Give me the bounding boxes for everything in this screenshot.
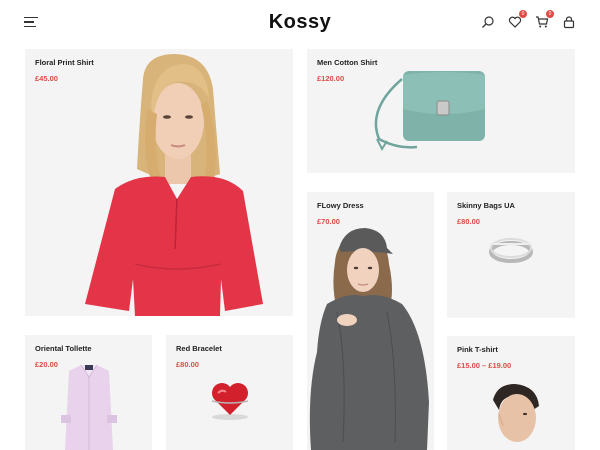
product-card[interactable]: FLowy Dress £70.00 — [307, 192, 434, 450]
product-name[interactable]: Skinny Bags UA — [457, 201, 515, 210]
model-grey-sweater-image — [309, 228, 429, 450]
product-info: Men Cotton Shirt £120.00 — [317, 58, 377, 83]
product-card[interactable]: Pink T-shirt £15.00 – £19.00 — [447, 336, 575, 450]
search-icon[interactable] — [481, 15, 495, 29]
cart-icon[interactable]: 0 — [535, 10, 554, 29]
account-lock-icon[interactable] — [562, 15, 576, 29]
product-card[interactable]: Men Cotton Shirt £120.00 — [307, 49, 575, 173]
product-info: Skinny Bags UA £80.00 — [457, 201, 515, 226]
product-name[interactable]: Pink T-shirt — [457, 345, 511, 354]
wishlist-count-badge: 0 — [519, 10, 527, 18]
product-info: Pink T-shirt £15.00 – £19.00 — [457, 345, 511, 370]
product-name[interactable]: FLowy Dress — [317, 201, 364, 210]
product-name[interactable]: Oriental Tollette — [35, 344, 92, 353]
product-card[interactable]: Floral Print Shirt £45.00 — [25, 49, 293, 316]
wishlist-heart-icon[interactable]: 0 — [508, 10, 527, 29]
product-price: £80.00 — [176, 360, 199, 369]
product-info: Oriental Tollette £20.00 — [35, 344, 92, 369]
product-card[interactable]: Oriental Tollette £20.00 — [25, 335, 152, 450]
product-price: £70.00 — [317, 217, 340, 226]
product-price: £120.00 — [317, 74, 345, 83]
product-price: £45.00 — [35, 74, 58, 83]
product-name[interactable]: Men Cotton Shirt — [317, 58, 377, 67]
site-header: Kossy 0 0 — [0, 0, 600, 46]
product-name[interactable]: Floral Print Shirt — [35, 58, 94, 67]
model-red-blouse-image — [85, 54, 263, 316]
product-card[interactable]: Skinny Bags UA £80.00 — [447, 192, 575, 318]
cart-count-badge: 0 — [546, 10, 554, 18]
product-info: FLowy Dress £70.00 — [317, 201, 364, 226]
header-icons: 0 0 — [481, 10, 576, 29]
product-info: Floral Print Shirt £45.00 — [35, 58, 94, 83]
product-card[interactable]: Red Bracelet £80.00 — [166, 335, 293, 450]
product-info: Red Bracelet £80.00 — [176, 344, 222, 369]
product-price: £20.00 — [35, 360, 58, 369]
product-price: £15.00 – £19.00 — [457, 361, 512, 370]
product-price: £80.00 — [457, 217, 480, 226]
product-name[interactable]: Red Bracelet — [176, 344, 222, 353]
